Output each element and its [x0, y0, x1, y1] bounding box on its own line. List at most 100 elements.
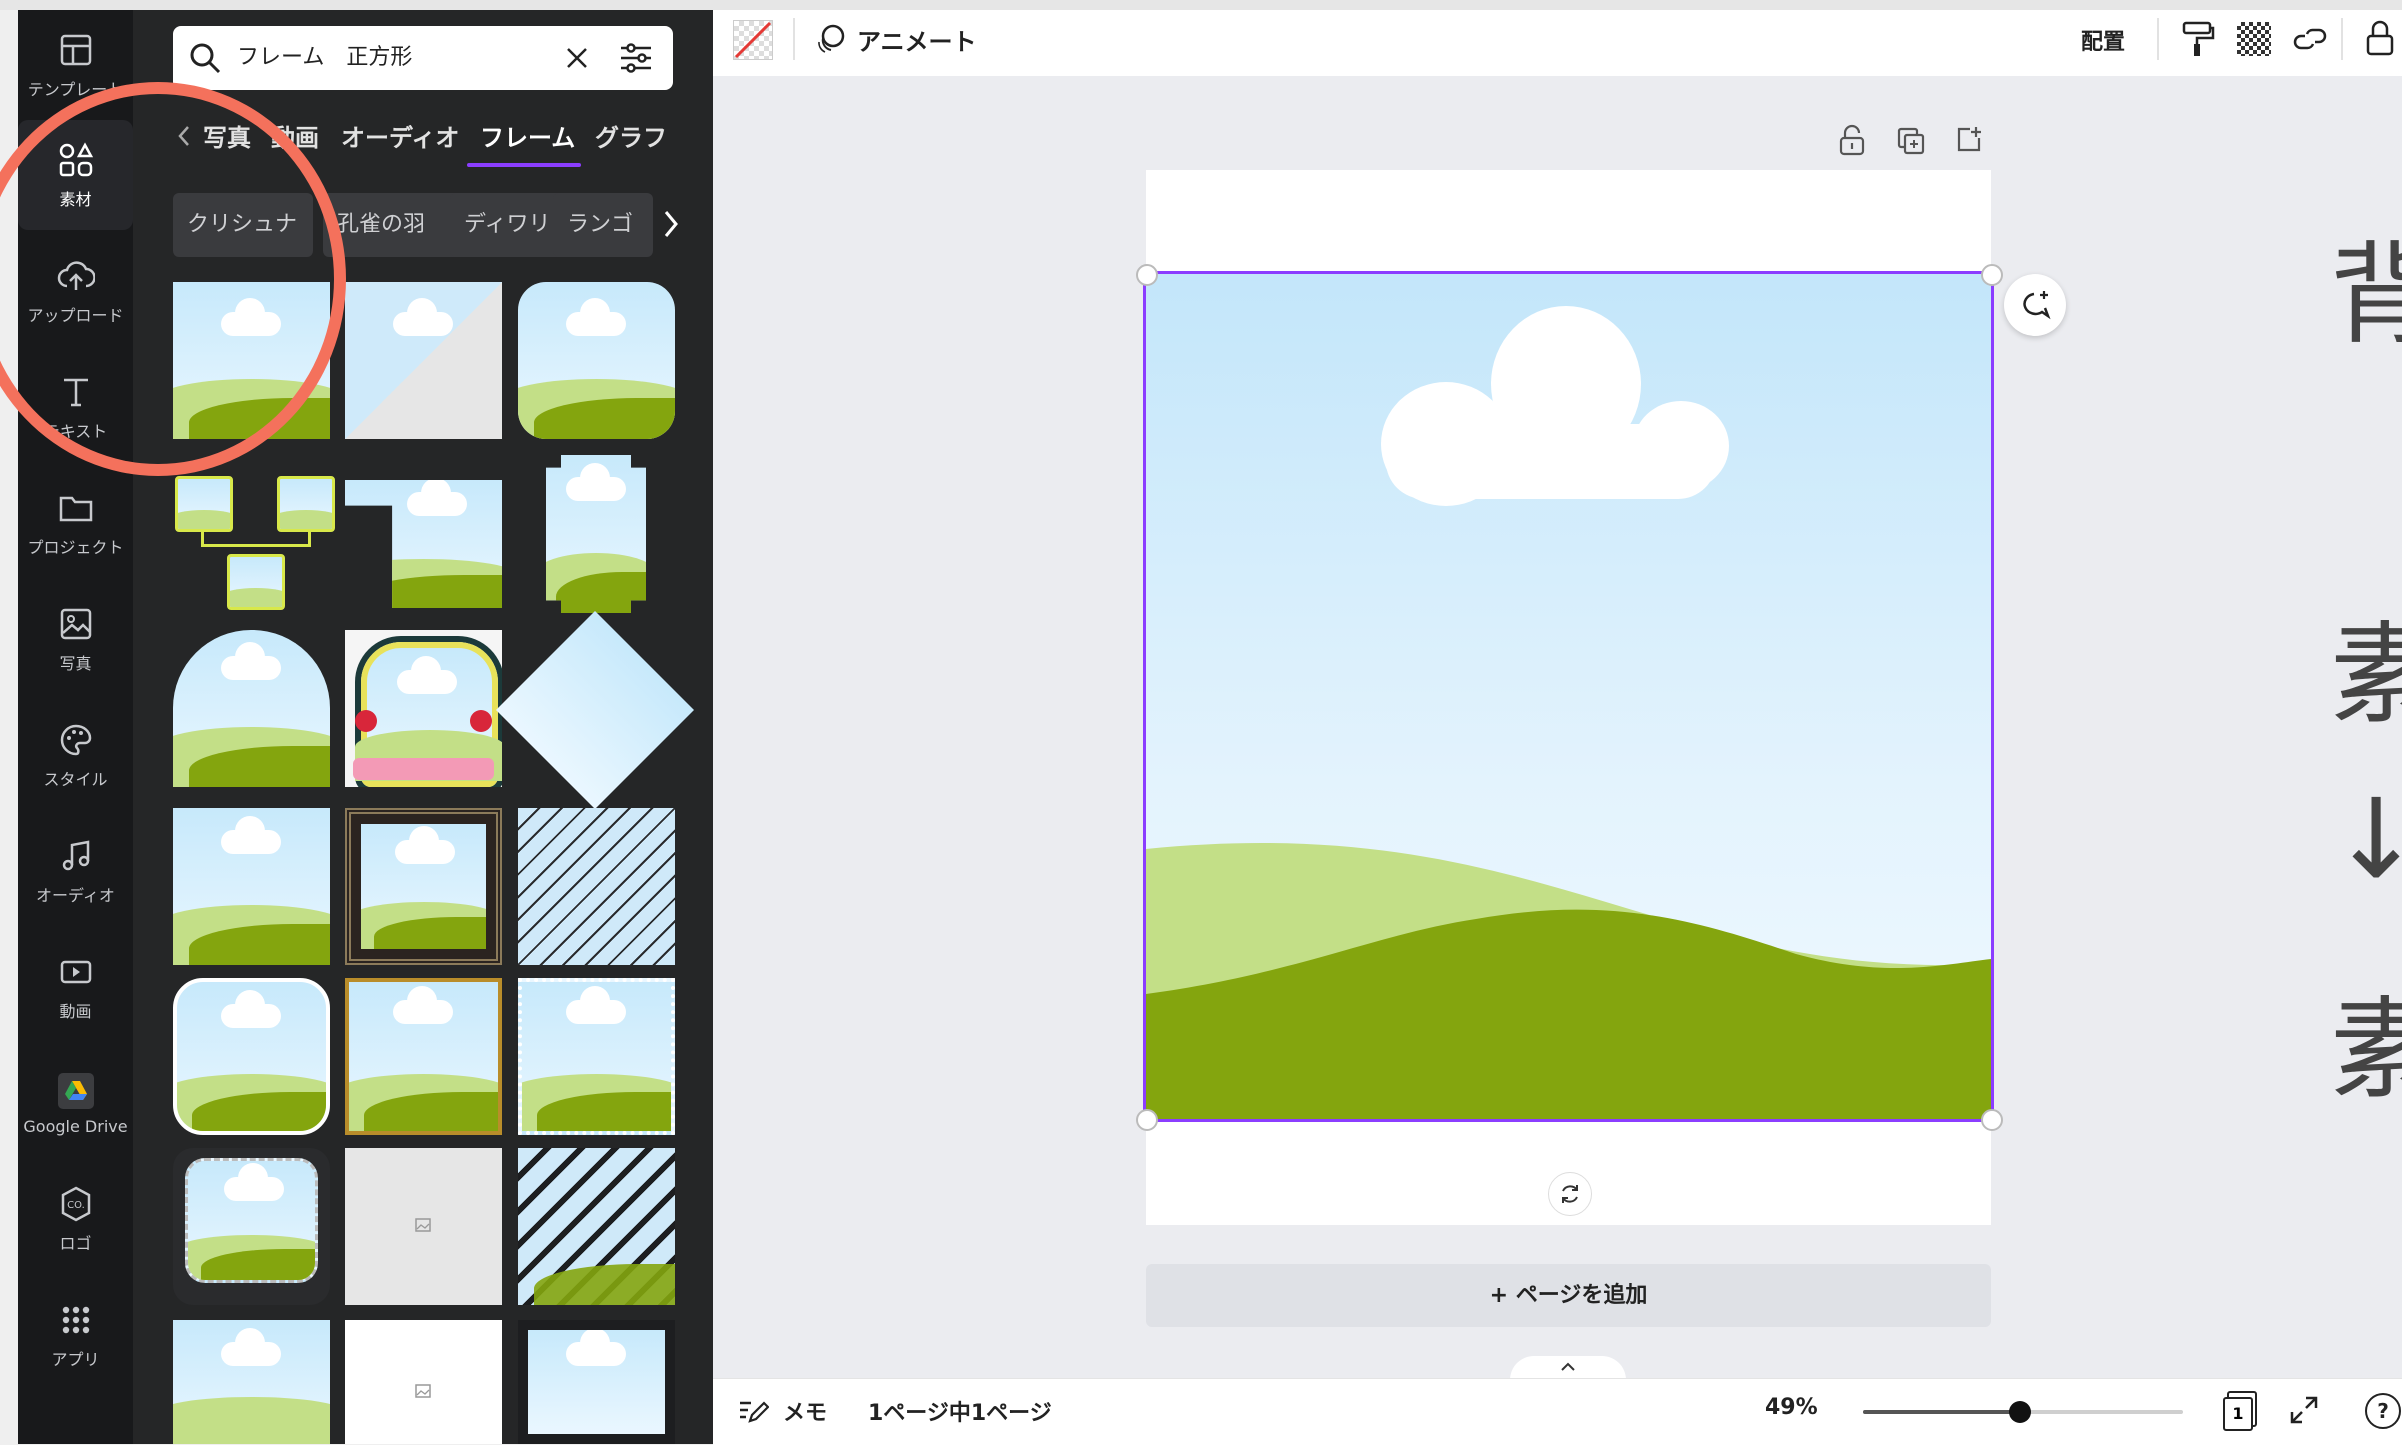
rail-text[interactable]: テキスト — [18, 352, 133, 462]
rail-label: ロゴ — [59, 1234, 92, 1253]
chip-diwali[interactable]: ディワリ — [450, 193, 566, 257]
transparency-icon[interactable] — [2237, 22, 2271, 56]
frame-thumb-square[interactable] — [173, 282, 330, 439]
notes-label: メモ — [783, 1401, 828, 1426]
selected-frame[interactable] — [1143, 271, 1994, 1122]
side-text-char: 背 — [2330, 231, 2402, 359]
frame-thumb-floral[interactable] — [345, 630, 502, 787]
chevron-up-icon — [1561, 1362, 1575, 1371]
resize-handle-top-left[interactable] — [1136, 264, 1158, 286]
rail-label: テンプレート — [27, 80, 124, 99]
left-nav-rail: テンプレート 素材 アップロード テキスト プロジェクト 写真 スタイル オーデ… — [18, 10, 133, 1444]
search-icon — [190, 43, 221, 74]
frame-thumb-lace[interactable] — [173, 1148, 330, 1305]
rail-templates[interactable]: テンプレート — [18, 10, 133, 120]
frame-thumb-tree[interactable] — [173, 462, 335, 610]
chip-peacock-feather[interactable]: 孔雀の羽 — [323, 193, 463, 257]
music-note-icon — [56, 836, 96, 876]
resize-handle-top-right[interactable] — [1981, 264, 2003, 286]
frame-thumb-bracket[interactable] — [173, 978, 330, 1135]
tab-frames[interactable]: フレーム — [480, 118, 575, 153]
rail-projects[interactable]: プロジェクト — [18, 468, 133, 578]
frame-thumb-arch[interactable] — [173, 630, 330, 787]
fullscreen-icon[interactable] — [2289, 1395, 2319, 1425]
frame-thumb-black-border[interactable] — [518, 1320, 675, 1444]
rail-video[interactable]: 動画 — [18, 932, 133, 1042]
rail-apps[interactable]: アプリ — [18, 1280, 133, 1390]
rail-label: テキスト — [43, 422, 108, 441]
elements-icon — [56, 140, 96, 180]
apps-grid-icon — [56, 1300, 96, 1340]
filter-icon[interactable] — [619, 42, 653, 74]
rail-label: 動画 — [59, 1002, 92, 1021]
side-text-char: ↓ — [2330, 775, 2402, 903]
tab-photos[interactable]: 写真 — [203, 118, 251, 153]
frame-thumb-gold[interactable] — [345, 978, 502, 1135]
frame-thumb-rounded[interactable] — [518, 282, 675, 439]
zoom-percent[interactable]: 49% — [1765, 1395, 1818, 1420]
frame-thumb-square-2[interactable] — [173, 1320, 330, 1444]
frame-thumb-diagonal[interactable] — [345, 282, 502, 439]
tab-audio[interactable]: オーディオ — [341, 118, 459, 153]
frame-thumb-striped[interactable] — [518, 808, 675, 965]
rail-label: 写真 — [59, 654, 92, 673]
rail-uploads[interactable]: アップロード — [18, 236, 133, 346]
frame-thumb-notched[interactable] — [345, 480, 502, 608]
add-page-icon[interactable] — [1954, 124, 1984, 154]
zoom-slider-thumb[interactable] — [2009, 1401, 2031, 1423]
link-icon[interactable] — [2291, 22, 2329, 56]
notes-button[interactable]: メモ — [737, 1393, 827, 1429]
animate-button[interactable]: アニメート — [813, 18, 977, 60]
chip-krishna[interactable]: クリシュナ — [173, 193, 313, 257]
comment-add-icon — [2023, 291, 2051, 320]
photo-icon — [56, 604, 96, 644]
chip-rangoli[interactable]: ランゴ — [553, 193, 653, 257]
arrange-button[interactable]: 配置 — [2081, 24, 2125, 56]
frame-thumb-stripes-dark[interactable] — [518, 1148, 675, 1305]
bottom-status-bar: メモ 1ページ中1ページ 49% 1 ? — [713, 1378, 2402, 1445]
frame-thumb-white[interactable] — [345, 1320, 502, 1444]
resize-handle-bottom-left[interactable] — [1136, 1109, 1158, 1131]
add-comment-button[interactable] — [2004, 274, 2066, 336]
search-input[interactable]: フレーム 正方形 — [173, 26, 673, 90]
tab-video[interactable]: 動画 — [271, 118, 319, 153]
frame-thumb-stamp[interactable] — [518, 978, 675, 1135]
rail-styles[interactable]: スタイル — [18, 700, 133, 810]
rail-audio[interactable]: オーディオ — [18, 816, 133, 926]
duplicate-page-icon[interactable] — [1896, 126, 1926, 156]
help-button[interactable]: ? — [2365, 1393, 2401, 1429]
svg-text:CO.: CO. — [67, 1200, 85, 1211]
show-pages-tab[interactable] — [1510, 1356, 1626, 1380]
clear-search-icon[interactable] — [565, 46, 589, 70]
rail-google-drive[interactable]: Google Drive — [18, 1048, 133, 1158]
active-tab-indicator — [467, 163, 581, 167]
transparency-swatch[interactable] — [733, 20, 773, 60]
rotate-button[interactable] — [1548, 1172, 1592, 1216]
chips-next-chevron-icon[interactable] — [663, 210, 679, 238]
add-page-button[interactable]: + ページを追加 — [1146, 1264, 1991, 1327]
frame-thumb-wood[interactable] — [345, 808, 502, 965]
rail-label: プロジェクト — [27, 538, 124, 557]
rail-logos[interactable]: CO. ロゴ — [18, 1164, 133, 1274]
lock-icon[interactable] — [2365, 18, 2395, 58]
page-count: 1 — [2223, 1397, 2253, 1431]
frame-thumb-placeholder[interactable] — [345, 1148, 502, 1305]
folder-icon — [56, 488, 96, 528]
page-grid-button[interactable]: 1 — [2223, 1391, 2257, 1431]
tabs-back-chevron-icon[interactable] — [177, 125, 191, 147]
upload-cloud-icon — [56, 256, 96, 296]
toolbar-divider — [2157, 18, 2159, 60]
frame-thumb-diamond[interactable] — [496, 611, 694, 809]
rail-photos[interactable]: 写真 — [18, 584, 133, 694]
page-lock-icon[interactable] — [1838, 124, 1866, 156]
elements-panel: フレーム 正方形 写真 動画 オーディオ フレーム グラフ クリシュナ 孔雀の羽… — [133, 10, 713, 1444]
paint-roller-icon[interactable] — [2181, 20, 2215, 58]
frame-thumb-corner-cut[interactable] — [173, 808, 330, 965]
video-icon — [56, 952, 96, 992]
tab-charts[interactable]: グラフ — [595, 118, 667, 153]
rail-elements[interactable]: 素材 — [18, 120, 133, 230]
zoom-slider[interactable] — [1863, 1401, 2183, 1423]
resize-handle-bottom-right[interactable] — [1981, 1109, 2003, 1131]
frame-thumb-ticket[interactable] — [546, 455, 646, 613]
landscape-placeholder-image — [1146, 306, 1991, 1119]
